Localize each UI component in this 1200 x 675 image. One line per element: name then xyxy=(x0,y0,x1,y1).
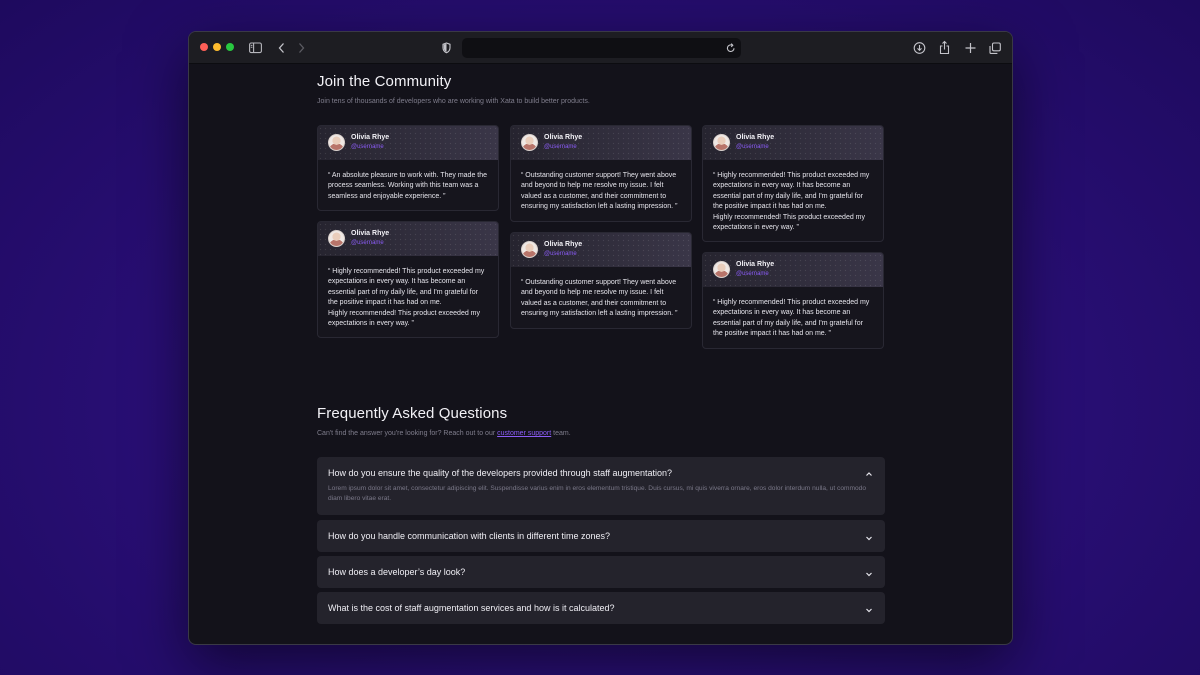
testimonial-card: Olivia Rhye @username “ Highly recommend… xyxy=(317,221,499,339)
testimonial-header: Olivia Rhye @username xyxy=(511,126,691,160)
chevron-down-icon[interactable] xyxy=(865,530,873,548)
faq-item[interactable]: How do you ensure the quality of the dev… xyxy=(317,457,885,515)
avatar xyxy=(521,134,538,151)
faq-question[interactable]: What is the cost of staff augmentation s… xyxy=(328,603,614,613)
address-bar[interactable] xyxy=(462,38,741,58)
avatar xyxy=(328,230,345,247)
author-name: Olivia Rhye xyxy=(544,241,583,248)
author-name: Olivia Rhye xyxy=(736,134,775,141)
faq-question[interactable]: How do you handle communication with cli… xyxy=(328,531,610,541)
community-title: Join the Community xyxy=(317,73,452,90)
testimonial-header: Olivia Rhye @username xyxy=(703,253,883,287)
testimonial-quote: “ Highly recommended! This product excee… xyxy=(713,172,870,232)
author-handle[interactable]: @username xyxy=(544,144,577,150)
avatar xyxy=(521,241,538,258)
maximize-window-button[interactable] xyxy=(226,43,234,51)
avatar xyxy=(328,134,345,151)
avatar xyxy=(713,134,730,151)
author-name: Olivia Rhye xyxy=(351,230,390,237)
browser-window: Join the Community Join tens of thousand… xyxy=(188,31,1013,645)
author-handle[interactable]: @username xyxy=(736,144,769,150)
testimonial-card: Olivia Rhye @username “ Outstanding cust… xyxy=(510,125,692,222)
close-window-button[interactable] xyxy=(200,43,208,51)
minimize-window-button[interactable] xyxy=(213,43,221,51)
share-icon[interactable] xyxy=(939,39,950,57)
testimonial-quote: “ Highly recommended! This product excee… xyxy=(713,299,870,338)
faq-question[interactable]: How do you ensure the quality of the dev… xyxy=(328,468,672,478)
faq-question[interactable]: How does a developer’s day look? xyxy=(328,567,465,577)
page-content: Join the Community Join tens of thousand… xyxy=(189,64,1012,644)
sidebar-icon[interactable] xyxy=(249,39,262,57)
faq-answer: Lorem ipsum dolor sit amet, consectetur … xyxy=(328,485,866,503)
testimonial-quote: “ An absolute pleasure to work with. The… xyxy=(328,172,488,200)
testimonial-card: Olivia Rhye @username “ Highly recommend… xyxy=(702,125,884,243)
testimonial-quote: “ Highly recommended! This product excee… xyxy=(328,268,485,328)
testimonial-card: Olivia Rhye @username “ An absolute plea… xyxy=(317,125,499,212)
faq-subtitle-text-end: team. xyxy=(551,430,571,437)
shield-icon[interactable] xyxy=(442,39,451,57)
faq-title: Frequently Asked Questions xyxy=(317,405,508,422)
author-name: Olivia Rhye xyxy=(351,134,390,141)
author-handle[interactable]: @username xyxy=(544,251,577,257)
testimonial-card: Olivia Rhye @username “ Highly recommend… xyxy=(702,252,884,349)
testimonial-quote: “ Outstanding customer support! They wen… xyxy=(521,279,678,318)
faq-item[interactable]: How do you handle communication with cli… xyxy=(317,520,885,552)
faq-item[interactable]: What is the cost of staff augmentation s… xyxy=(317,592,885,624)
author-name: Olivia Rhye xyxy=(736,261,775,268)
back-icon[interactable] xyxy=(278,39,286,57)
chevron-up-icon[interactable] xyxy=(865,466,873,484)
testimonial-header: Olivia Rhye @username xyxy=(703,126,883,160)
faq-subtitle: Can't find the answer you're looking for… xyxy=(317,430,571,437)
testimonial-header: Olivia Rhye @username xyxy=(318,222,498,256)
chevron-down-icon[interactable] xyxy=(865,566,873,584)
tabs-overview-icon[interactable] xyxy=(989,39,1001,57)
author-handle[interactable]: @username xyxy=(351,144,384,150)
faq-subtitle-text: Can't find the answer you're looking for… xyxy=(317,430,498,437)
testimonial-quote: “ Outstanding customer support! They wen… xyxy=(521,172,678,211)
download-icon[interactable] xyxy=(913,39,926,57)
browser-toolbar xyxy=(189,32,1012,64)
testimonial-header: Olivia Rhye @username xyxy=(318,126,498,160)
testimonial-card: Olivia Rhye @username “ Outstanding cust… xyxy=(510,232,692,329)
author-handle[interactable]: @username xyxy=(351,240,384,246)
author-name: Olivia Rhye xyxy=(544,134,583,141)
faq-item[interactable]: How does a developer’s day look? xyxy=(317,556,885,588)
reload-icon[interactable] xyxy=(726,41,736,59)
testimonial-header: Olivia Rhye @username xyxy=(511,233,691,267)
author-handle[interactable]: @username xyxy=(736,271,769,277)
customer-support-link[interactable]: customer support xyxy=(497,430,551,437)
new-tab-icon[interactable] xyxy=(965,39,976,57)
forward-icon[interactable] xyxy=(297,39,305,57)
community-subtitle: Join tens of thousands of developers who… xyxy=(317,98,590,105)
chevron-down-icon[interactable] xyxy=(865,602,873,620)
avatar xyxy=(713,261,730,278)
